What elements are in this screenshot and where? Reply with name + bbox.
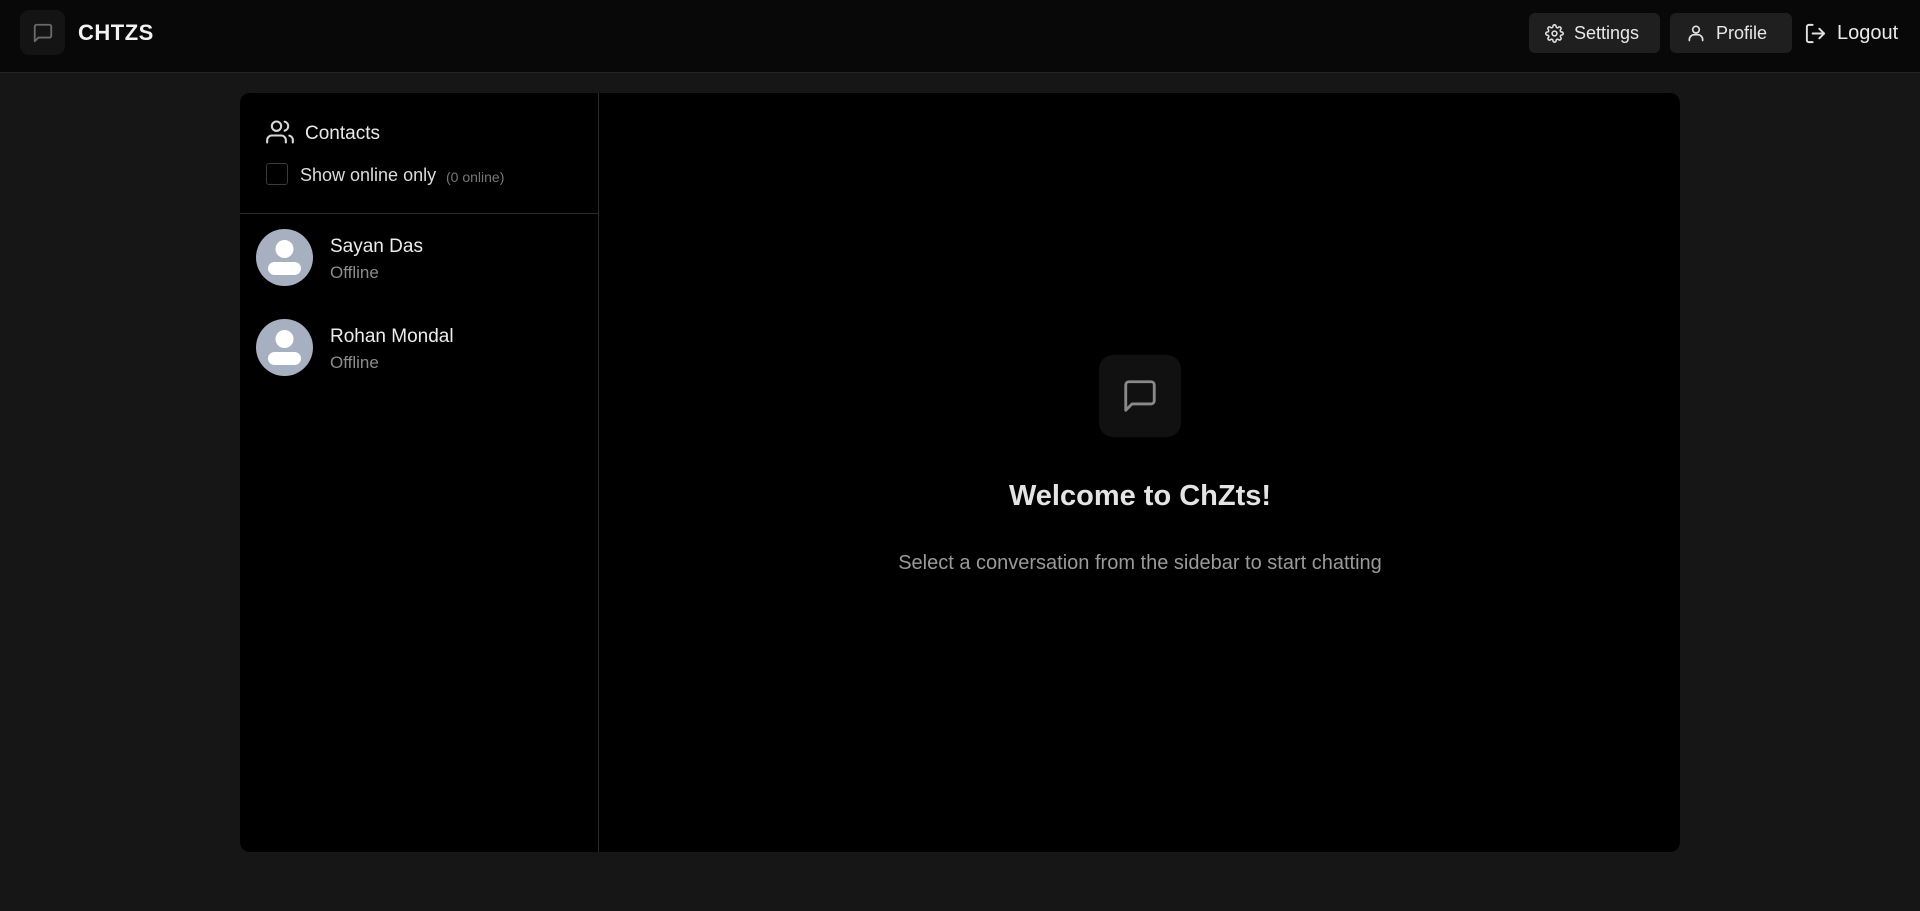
logo[interactable]	[20, 10, 65, 55]
message-square-icon	[1124, 380, 1156, 412]
sidebar-header: Contacts Show online only (0 online)	[240, 93, 599, 214]
contact-name: Rohan Mondal	[330, 326, 454, 347]
online-count: (0 online)	[446, 169, 505, 185]
user-avatar-icon	[268, 240, 301, 275]
show-online-label[interactable]: Show online only	[300, 165, 436, 186]
profile-label: Profile	[1716, 22, 1768, 43]
show-online-checkbox[interactable]	[266, 163, 288, 185]
app-title[interactable]: CHTZS	[78, 20, 154, 46]
user-icon	[1688, 25, 1704, 42]
contact-name: Sayan Das	[330, 236, 423, 257]
chat-container: Contacts Show online only (0 online) Say…	[240, 93, 1680, 852]
contacts-title: Contacts	[305, 123, 380, 144]
gear-icon	[1545, 23, 1564, 43]
welcome-title: Welcome to ChZts!	[1008, 480, 1272, 512]
contact-item[interactable]: Sayan Das Offline	[240, 214, 599, 300]
contact-status: Offline	[330, 263, 379, 282]
logout-icon	[1805, 23, 1826, 43]
user-avatar-icon	[268, 330, 301, 365]
settings-button[interactable]: Settings	[1529, 13, 1660, 53]
top-navbar: CHTZS Settings Profile Logout	[0, 0, 1920, 73]
contacts-sidebar: Contacts Show online only (0 online) Say…	[240, 93, 599, 852]
contact-item[interactable]: Rohan Mondal Offline	[240, 304, 599, 390]
users-icon	[266, 120, 294, 144]
settings-label: Settings	[1574, 22, 1640, 43]
logout-button[interactable]: Logout	[1800, 13, 1910, 53]
logout-label: Logout	[1837, 21, 1899, 44]
welcome-subtitle: Select a conversation from the sidebar t…	[898, 552, 1382, 574]
contact-status: Offline	[330, 353, 379, 372]
avatar	[256, 229, 313, 286]
message-square-icon	[33, 23, 52, 42]
avatar	[256, 319, 313, 376]
profile-button[interactable]: Profile	[1670, 13, 1792, 53]
welcome-icon-box	[1099, 355, 1181, 437]
